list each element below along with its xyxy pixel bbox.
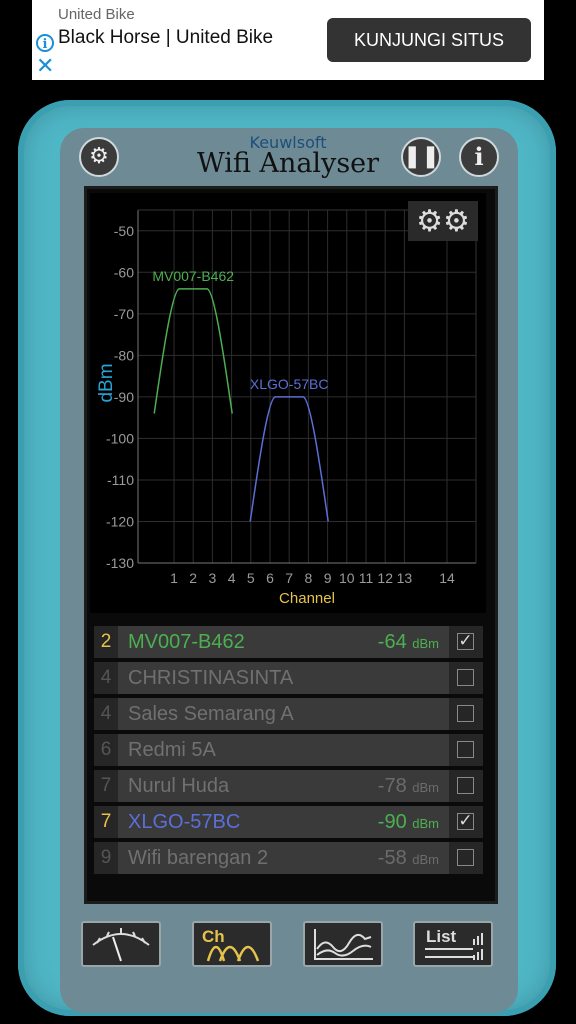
x-tick-label: 3 [209, 570, 217, 586]
x-tick-label: 7 [285, 570, 293, 586]
network-row[interactable]: 4 Sales Semarang A [94, 698, 483, 730]
network-row[interactable]: 7 XLGO-57BC -90 dBm ✓ [94, 806, 483, 838]
series-label: MV007-B462 [152, 268, 234, 284]
y-tick-label: -100 [106, 430, 134, 446]
channel-number: 2 [94, 626, 118, 658]
network-row[interactable]: 9 Wifi barengan 2 -58 dBm [94, 842, 483, 874]
channel-chart[interactable]: -50-60-70-80-90-100-110-120-1301 2 3 4 5 6 7 8 9… [90, 193, 486, 613]
network-row[interactable]: 7 Nurul Huda -78 dBm [94, 770, 483, 802]
signal-value: -58 [377, 847, 413, 869]
info-icon[interactable]: i [36, 34, 54, 52]
settings-button[interactable]: ⚙ [79, 137, 119, 177]
y-tick-label: -130 [106, 555, 134, 571]
show-on-graph-checkbox[interactable] [457, 705, 474, 722]
x-tick-label: 14 [439, 570, 455, 586]
channel-number: 7 [94, 770, 118, 802]
x-axis-label: Channel [279, 590, 335, 607]
info-icon: i [474, 142, 484, 171]
channel-view-button[interactable]: Ch [192, 921, 272, 967]
ssid-label: MV007-B462 [128, 631, 245, 653]
ad-sponsor: United Bike [58, 6, 135, 23]
close-icon[interactable]: ✕ [36, 56, 54, 78]
ad-banner[interactable]: United Bike i ✕ Black Horse | United Bik… [32, 0, 544, 80]
show-on-graph-checkbox[interactable] [457, 669, 474, 686]
ssid-label: XLGO-57BC [128, 811, 241, 833]
signal-value: -78 [377, 775, 413, 797]
ssid-label: CHRISTINASINTA [128, 667, 294, 689]
y-tick-label: -70 [114, 306, 134, 322]
x-tick-label: 8 [305, 570, 313, 586]
list-view-button[interactable]: List [413, 921, 493, 967]
x-tick-label: 9 [324, 570, 332, 586]
channel-number: 4 [94, 662, 118, 694]
x-tick-label: 10 [339, 570, 355, 586]
meter-icon [92, 928, 150, 962]
signal-strength: -58 dBm [378, 842, 439, 876]
x-tick-label: 2 [189, 570, 197, 586]
pause-icon: ❚❚ [403, 144, 440, 169]
info-button[interactable]: i [459, 137, 499, 177]
signal-unit: dBm [412, 816, 439, 831]
signal-unit: dBm [412, 780, 439, 795]
show-on-graph-checkbox[interactable] [457, 849, 474, 866]
show-on-graph-checkbox[interactable] [457, 777, 474, 794]
ssid-label: Nurul Huda [128, 775, 230, 797]
checkbox-cell [449, 842, 483, 874]
channel-number: 9 [94, 842, 118, 874]
checkbox-cell [449, 770, 483, 802]
network-list: 2 MV007-B462 -64 dBm ✓ 4 CHRISTINASINTA 4 Sales… [94, 626, 483, 878]
y-tick-label: -110 [107, 472, 134, 488]
signal-value: -64 [377, 631, 413, 653]
channel-number: 4 [94, 698, 118, 730]
gear-icon: ⚙ [89, 144, 109, 169]
show-on-graph-checkbox[interactable]: ✓ [457, 813, 474, 830]
channel-graph-icon [206, 945, 260, 962]
time-graph-icon [314, 929, 373, 960]
signal-unit: dBm [412, 636, 439, 651]
x-tick-label: 12 [377, 570, 393, 586]
signal-value: -90 [377, 811, 413, 833]
ssid-label: Wifi barengan 2 [128, 847, 269, 869]
network-row[interactable]: 2 MV007-B462 -64 dBm ✓ [94, 626, 483, 658]
signal-strength: -64 dBm [378, 626, 439, 660]
x-tick-label: 6 [266, 570, 274, 586]
signal-strength: -78 dBm [378, 770, 439, 804]
network-row[interactable]: 6 Redmi 5A [94, 734, 483, 766]
series-label: XLGO-57BC [250, 376, 329, 392]
y-tick-label: -50 [114, 223, 134, 239]
checkbox-cell: ✓ [449, 626, 483, 658]
ad-headline[interactable]: Black Horse | United Bike [58, 26, 298, 50]
time-graph-button[interactable] [303, 921, 383, 967]
show-on-graph-checkbox[interactable] [457, 741, 474, 758]
y-tick-label: -80 [114, 347, 134, 363]
gears-icon: ⚙⚙ [416, 204, 470, 239]
y-tick-label: -120 [106, 513, 134, 529]
channel-number: 7 [94, 806, 118, 838]
signal-unit: dBm [412, 852, 439, 867]
signal-strength: -90 dBm [378, 806, 439, 840]
checkbox-cell [449, 698, 483, 730]
y-axis-label: dBm [96, 363, 117, 402]
x-tick-label: 4 [228, 570, 236, 586]
list-icon [425, 933, 483, 960]
pause-button[interactable]: ❚❚ [401, 137, 441, 177]
checkbox-cell [449, 734, 483, 766]
ssid-label: Sales Semarang A [128, 703, 294, 725]
x-tick-label: 1 [170, 570, 178, 586]
ssid-label: Redmi 5A [128, 739, 216, 761]
channel-number: 6 [94, 734, 118, 766]
show-on-graph-checkbox[interactable]: ✓ [457, 633, 474, 650]
y-tick-label: -60 [114, 264, 134, 280]
network-row[interactable]: 4 CHRISTINASINTA [94, 662, 483, 694]
x-tick-label: 5 [247, 570, 255, 586]
x-tick-label: 11 [359, 570, 374, 586]
visit-site-button[interactable]: KUNJUNGI SITUS [327, 18, 531, 62]
meter-view-button[interactable] [81, 921, 161, 967]
checkbox-cell: ✓ [449, 806, 483, 838]
checkbox-cell [449, 662, 483, 694]
x-tick-label: 13 [397, 570, 413, 586]
